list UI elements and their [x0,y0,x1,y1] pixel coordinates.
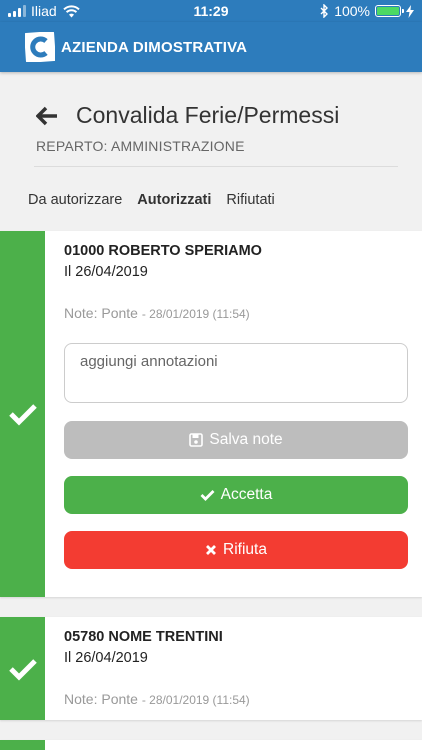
battery-icon [375,5,404,17]
request-date: Il 26/04/2019 [64,650,148,666]
app-header: AZIENDA DIMOSTRATIVA [0,22,422,72]
employee-name: 01000 ROBERTO SPERIAMO [64,243,262,259]
save-icon [189,433,204,447]
check-icon [8,404,37,426]
note-meta: - 28/01/2019 (11:54) [141,693,250,707]
request-card [0,740,422,750]
employee-name: 05780 NOME TRENTINI [64,629,223,645]
app-title: AZIENDA DIMOSTRATIVA [61,38,248,56]
title-row: Convalida Ferie/Permessi [36,102,339,129]
approved-strip [0,231,45,597]
note-label: Note: Ponte [64,691,138,707]
back-arrow-icon[interactable] [36,106,58,126]
annotation-input[interactable]: aggiungi annotazioni [64,343,408,403]
logo-icon [25,32,55,62]
note-label: Note: Ponte [64,305,138,321]
reject-label: Rifiuta [223,541,267,558]
tab-autorizzati[interactable]: Autorizzati [137,192,211,208]
tabs: Da autorizzare Autorizzati Rifiutati [28,192,275,208]
request-date: Il 26/04/2019 [64,264,148,280]
reject-x-icon [206,545,217,555]
page-title: Convalida Ferie/Permessi [76,102,340,128]
reject-button[interactable]: Rifiuta [64,531,408,569]
tab-rifiutati[interactable]: Rifiutati [226,192,274,208]
charging-bolt-icon [406,4,414,18]
accept-button[interactable]: Accetta [64,476,408,514]
battery-percent: 100% [334,3,370,19]
bluetooth-icon [320,4,329,18]
approved-strip [0,617,45,720]
note-meta: - 28/01/2019 (11:54) [141,307,250,321]
check-icon [8,658,37,681]
status-right: 100% [320,3,414,19]
request-note: Note: Ponte - 28/01/2019 (11:54) [64,691,250,707]
request-card: 01000 ROBERTO SPERIAMO Il 26/04/2019 Not… [0,231,422,597]
approved-strip [0,740,45,750]
accept-label: Accetta [220,486,273,503]
save-notes-button[interactable]: Salva note [64,421,408,459]
status-bar: Iliad 11:29 100% [0,0,422,22]
divider [34,166,398,167]
department-label: REPARTO: AMMINISTRAZIONE [36,138,245,154]
request-note: Note: Ponte - 28/01/2019 (11:54) [64,305,250,321]
accept-check-icon [200,490,215,501]
save-notes-label: Salva note [209,431,283,448]
tab-da-autorizzare[interactable]: Da autorizzare [28,192,122,208]
request-card: 05780 NOME TRENTINI Il 26/04/2019 Note: … [0,617,422,720]
